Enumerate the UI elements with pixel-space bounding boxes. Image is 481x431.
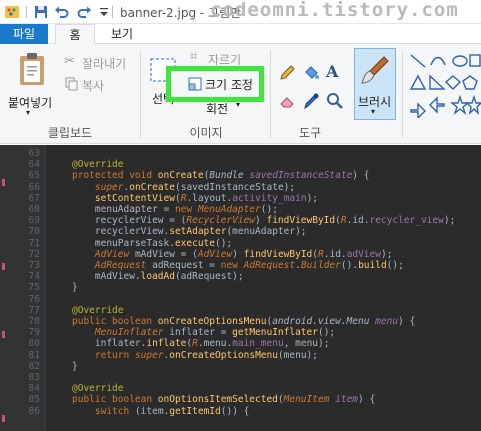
- ribbon-tabs: 파일 홈 보기: [0, 24, 481, 45]
- line-number: 86: [28, 405, 40, 417]
- code-text: recyclerView.setAdapter(menuAdapter);: [72, 226, 307, 238]
- code-text: super.onCreate(savedInstanceState);: [94, 181, 296, 193]
- crop-button[interactable]: ⌗ 자르기: [190, 49, 260, 67]
- resize-icon: [188, 77, 202, 91]
- code-text: @Override: [72, 383, 124, 395]
- line-number: 84: [28, 383, 40, 395]
- separator: [112, 6, 113, 18]
- color-picker-icon[interactable]: [302, 92, 320, 110]
- code-text: return super.onCreateOptionsMenu(menu);: [94, 349, 318, 361]
- code-text: @Override: [72, 304, 124, 316]
- pencil-icon[interactable]: [278, 64, 296, 82]
- redo-icon[interactable]: [76, 4, 92, 20]
- rotate-label: 회전: [206, 102, 229, 116]
- code-text: protected void onCreate(Bundle savedInst…: [72, 170, 370, 182]
- line-number: 73: [28, 260, 40, 271]
- line-number: 76: [28, 293, 40, 305]
- paste-label: 붙여넣기: [8, 96, 53, 110]
- line-number: 70: [28, 226, 40, 238]
- chevron-down-icon: ▾: [236, 100, 241, 109]
- chevron-down-icon: ▾: [371, 107, 376, 116]
- override-marker: [2, 415, 5, 422]
- copy-label: 복사: [82, 79, 105, 93]
- tab-home[interactable]: 홈: [55, 24, 95, 45]
- line-number: 63: [28, 148, 40, 159]
- code-text: }: [72, 360, 78, 372]
- paste-button[interactable]: 붙여넣기 ▾: [4, 50, 58, 117]
- separator: [26, 6, 27, 18]
- override-marker: [2, 331, 5, 338]
- save-icon[interactable]: [33, 4, 49, 20]
- code-text: menuAdapter = new MenuAdapter();: [72, 204, 278, 215]
- code-text: inflater.inflate(R.menu.main_menu, menu)…: [72, 338, 330, 350]
- quick-access-dropdown-icon[interactable]: [96, 4, 112, 20]
- scissors-icon: ✂: [64, 54, 75, 69]
- text-tool-icon[interactable]: A: [326, 62, 338, 81]
- image-group-label: 이미지: [189, 126, 223, 140]
- code-text: switch (item.getItemId()) {: [94, 405, 250, 417]
- line-number: 81: [28, 349, 40, 361]
- cut-label: 잘라내기: [82, 57, 127, 71]
- code-text: public boolean onCreateOptionsMenu(andro…: [72, 316, 416, 327]
- shapes-gallery[interactable]: [408, 52, 481, 118]
- cut-button[interactable]: ✂ 잘라내기: [64, 54, 140, 71]
- brush-button[interactable]: 브러시 ▾: [354, 48, 396, 120]
- eraser-icon[interactable]: [278, 92, 296, 110]
- crop-icon: ⌗: [190, 49, 198, 64]
- tab-file[interactable]: 파일: [0, 24, 48, 44]
- code-text: }: [72, 282, 78, 294]
- watermark: codeomni.tistory.com: [210, 0, 459, 21]
- line-number: 65: [28, 170, 40, 182]
- group-divider: [402, 50, 403, 138]
- line-number: 82: [28, 360, 40, 372]
- resize-button[interactable]: 크기 조정: [166, 66, 264, 102]
- line-number: 74: [28, 271, 40, 283]
- brush-icon: [361, 56, 389, 84]
- line-number: 68: [28, 204, 40, 215]
- line-number: 64: [28, 159, 40, 171]
- override-marker: [2, 263, 5, 270]
- line-number: 67: [28, 192, 40, 204]
- code-text: recyclerView = (RecyclerView) findViewBy…: [72, 215, 456, 227]
- line-number: 71: [28, 237, 40, 249]
- clipboard-icon: [20, 53, 44, 85]
- code-text: setContentView(R.layout.activity_main);: [94, 192, 319, 204]
- paint-app-icon: [5, 6, 19, 18]
- line-number: 69: [28, 215, 40, 227]
- line-number: 83: [28, 372, 40, 383]
- line-number: 72: [28, 248, 40, 260]
- copy-button[interactable]: 복사: [64, 76, 140, 93]
- line-number: 75: [28, 282, 40, 294]
- rotate-button[interactable]: 회전 ▾: [190, 100, 260, 116]
- code-text: menuParseTask.execute();: [72, 237, 233, 249]
- line-number: 77: [28, 304, 40, 316]
- group-divider: [270, 50, 271, 138]
- code-text: public boolean onOptionsItemSelected(Men…: [72, 394, 376, 406]
- override-marker: [2, 179, 5, 186]
- chevron-down-icon: ▾: [26, 108, 31, 117]
- title-bar: banner-2.jpg - 그림판 codeomni.tistory.com: [0, 0, 481, 24]
- resize-label: 크기 조정: [205, 78, 253, 92]
- code-text: mAdView.loadAd(adRequest);: [72, 271, 244, 283]
- tab-view[interactable]: 보기: [100, 24, 144, 44]
- copy-icon: [65, 77, 78, 91]
- code-text: AdRequest adRequest = new AdRequest.Buil…: [94, 260, 404, 271]
- code-text: AdView mAdView = (AdView) findViewById(R…: [94, 248, 393, 260]
- line-number: 79: [28, 327, 40, 339]
- line-number: 78: [28, 316, 40, 327]
- code-text: @Override: [72, 159, 124, 171]
- code-editor[interactable]: 63 64 @Override 65 protected void onCreate(B…: [0, 145, 481, 431]
- clipboard-group-label: 클립보드: [47, 126, 93, 140]
- tools-group-label: 도구: [298, 126, 322, 140]
- line-number: 85: [28, 394, 40, 406]
- line-number: 80: [28, 338, 40, 350]
- undo-icon[interactable]: [54, 4, 70, 20]
- fill-bucket-icon[interactable]: [302, 64, 320, 82]
- code-text: MenuInflater inflater = getMenuInflater(…: [94, 327, 336, 339]
- ribbon: 붙여넣기 ▾ ✂ 잘라내기 복사 클립보드 선택 ⌗ 자르기 크기 조정 회전 …: [0, 44, 481, 144]
- group-divider: [140, 50, 141, 138]
- line-number: 66: [28, 181, 40, 193]
- magnifier-icon[interactable]: [326, 92, 344, 110]
